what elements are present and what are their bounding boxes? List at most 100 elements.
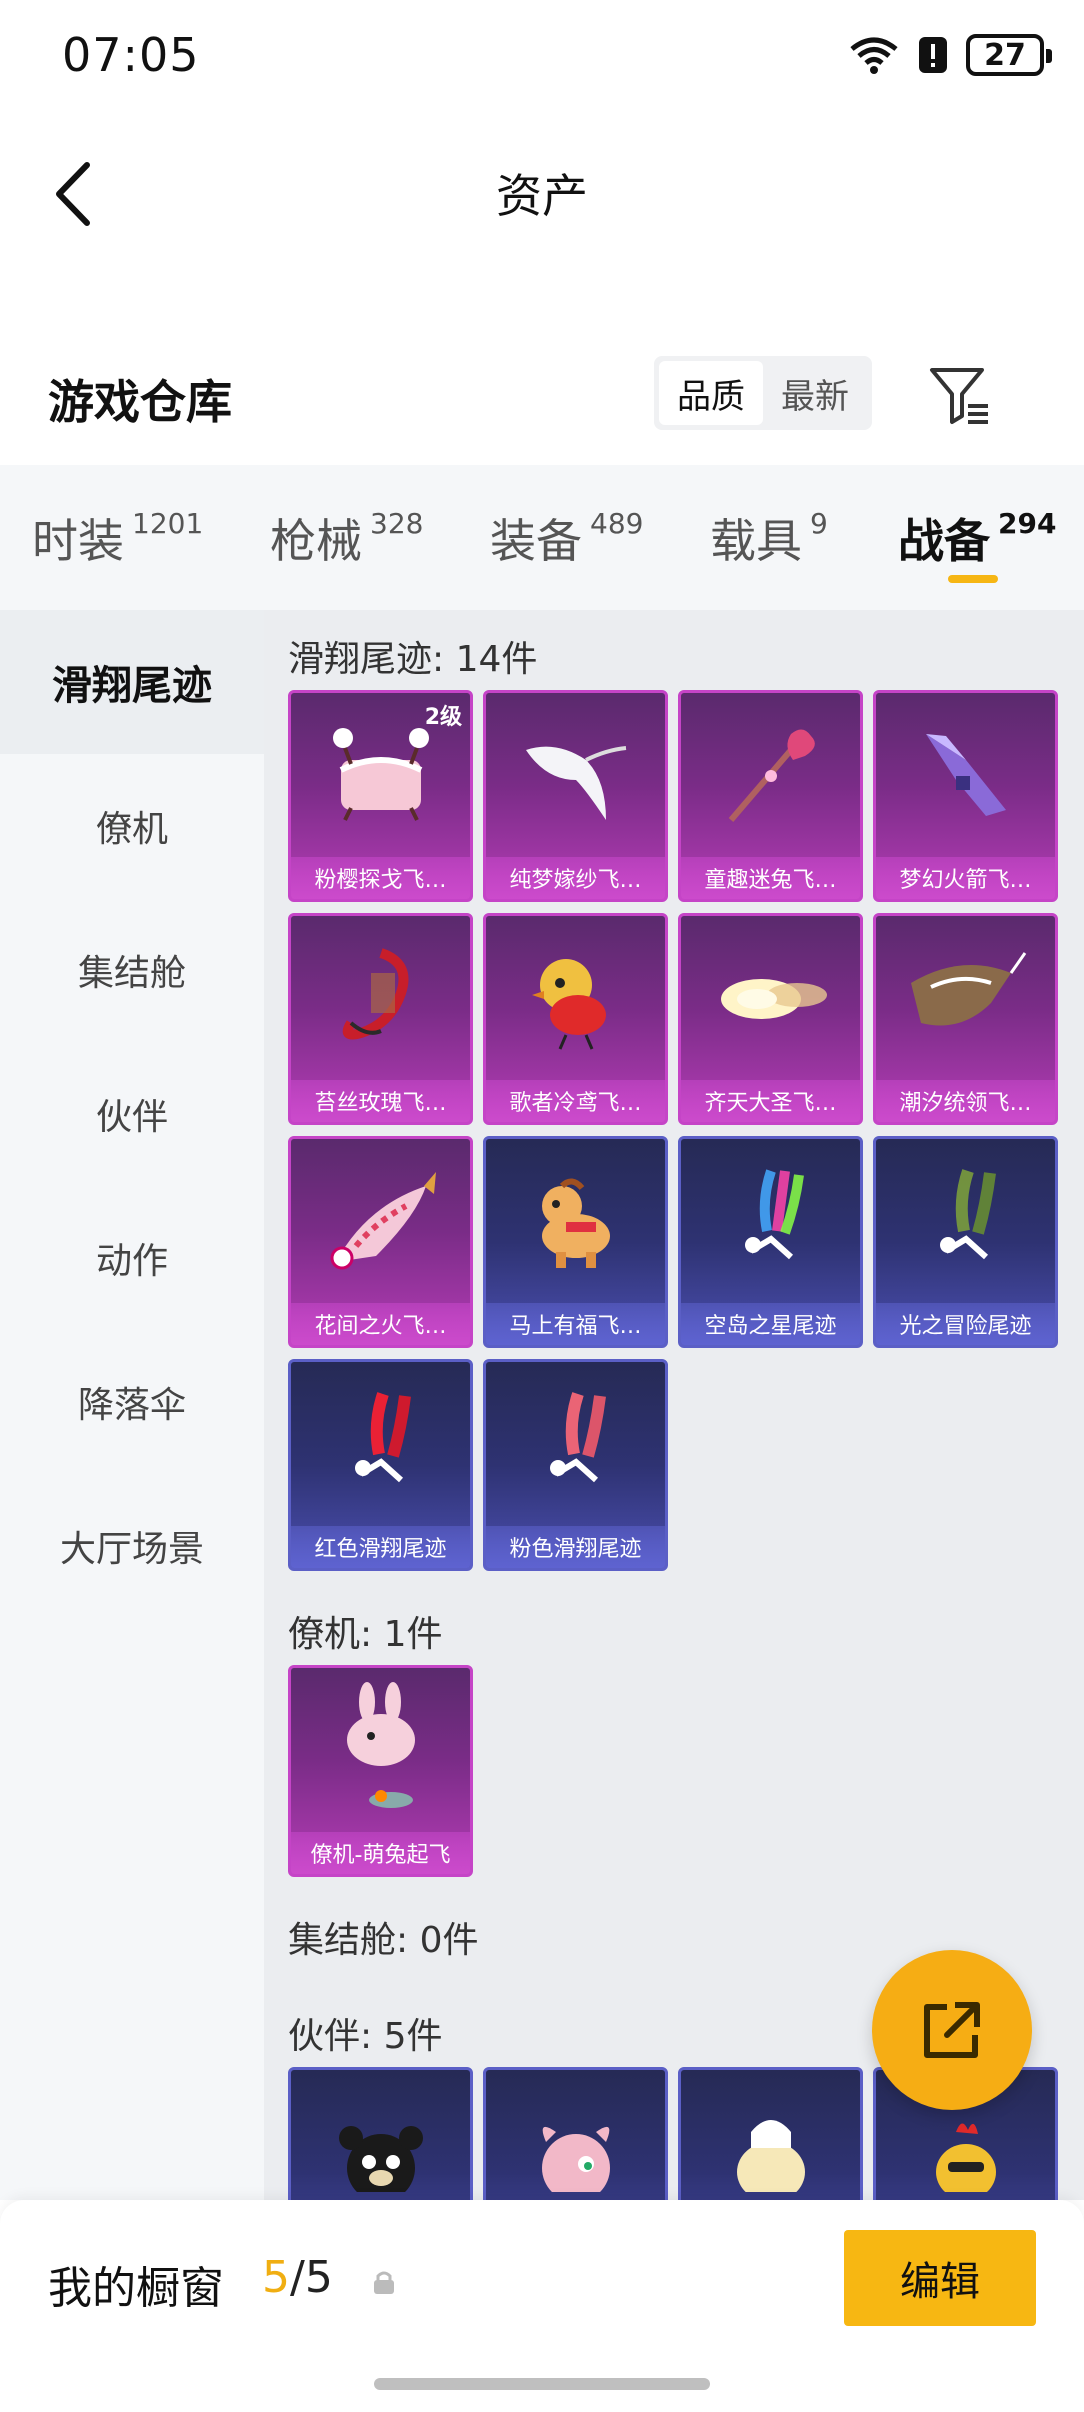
item-image	[291, 1362, 470, 1526]
item-name: 花间之火飞…	[291, 1303, 470, 1345]
item-card[interactable]: 僚机-萌兔起飞	[288, 1665, 473, 1877]
status-bar: 07:05 27	[0, 0, 1084, 110]
sort-quality-button[interactable]: 品质	[659, 361, 763, 425]
tab-label: 时装	[32, 514, 124, 568]
item-card[interactable]: 纯梦嫁纱飞…	[483, 690, 668, 902]
tab-count: 1201	[132, 507, 204, 540]
tab-count: 328	[370, 507, 424, 540]
item-card[interactable]	[288, 2067, 473, 2200]
item-name: 纯梦嫁纱飞…	[486, 857, 665, 899]
item-image	[681, 1139, 860, 1303]
item-image	[681, 693, 860, 857]
item-name: 光之冒险尾迹	[876, 1303, 1055, 1345]
item-image	[291, 1668, 470, 1832]
item-image	[486, 2070, 665, 2200]
tab-count: 489	[590, 507, 644, 540]
item-card[interactable]: 光之冒险尾迹	[873, 1136, 1058, 1348]
item-name: 粉色滑翔尾迹	[486, 1526, 665, 1568]
page-title: 资产	[496, 169, 588, 223]
item-name: 马上有福飞…	[486, 1303, 665, 1345]
tab-count: 9	[810, 507, 828, 540]
sidebar-item-parachute[interactable]: 降落伞	[0, 1330, 264, 1474]
item-image	[486, 1362, 665, 1526]
sidebar-item-rally-pod[interactable]: 集结舱	[0, 898, 264, 1042]
item-card[interactable]: 花间之火飞…	[288, 1136, 473, 1348]
item-name: 童趣迷兔飞…	[681, 857, 860, 899]
tab-label: 载具	[710, 514, 802, 568]
item-card[interactable]: 苔丝玫瑰飞…	[288, 913, 473, 1125]
section-title: 集结舱: 0件	[288, 1920, 479, 1961]
sidebar-item-emote[interactable]: 动作	[0, 1186, 264, 1330]
item-image	[876, 693, 1055, 857]
tab-firearms[interactable]: 枪械 328	[270, 505, 423, 571]
edit-button[interactable]: 编辑	[844, 2230, 1036, 2326]
tab-fashion[interactable]: 时装 1201	[32, 505, 203, 571]
item-card[interactable]: 马上有福飞…	[483, 1136, 668, 1348]
item-name: 僚机-萌兔起飞	[291, 1832, 470, 1874]
item-image	[486, 916, 665, 1080]
sort-toggle: 品质 最新	[654, 356, 872, 430]
item-name: 空岛之星尾迹	[681, 1303, 860, 1345]
item-card[interactable]: 粉色滑翔尾迹	[483, 1359, 668, 1571]
tab-count: 294	[998, 507, 1057, 540]
tab-label: 枪械	[270, 514, 362, 568]
item-name: 齐天大圣飞…	[681, 1080, 860, 1122]
item-image	[876, 916, 1055, 1080]
showcase-count: 5/5	[262, 2252, 333, 2303]
item-card[interactable]: 红色滑翔尾迹	[288, 1359, 473, 1571]
warehouse-header: 游戏仓库 品质 最新	[0, 340, 1084, 450]
item-card[interactable]: 空岛之星尾迹	[678, 1136, 863, 1348]
item-name: 梦幻火箭飞…	[876, 857, 1055, 899]
warehouse-title: 游戏仓库	[48, 375, 232, 429]
status-icons: 27	[848, 30, 1052, 80]
item-card[interactable]: 梦幻火箭飞…	[873, 690, 1058, 902]
item-image	[486, 1139, 665, 1303]
sort-newest-button[interactable]: 最新	[763, 361, 867, 425]
nav-bar: 资产	[0, 130, 1084, 260]
alert-icon	[918, 35, 948, 75]
sidebar-item-companion[interactable]: 伙伴	[0, 1042, 264, 1186]
item-card[interactable]: 童趣迷兔飞…	[678, 690, 863, 902]
sidebar: 滑翔尾迹 僚机 集结舱 伙伴 动作 降落伞 大厅场景	[0, 610, 264, 2200]
item-image	[291, 2070, 470, 2200]
home-indicator[interactable]	[374, 2378, 710, 2390]
tab-readiness[interactable]: 战备 294	[898, 505, 1056, 571]
item-image	[876, 1139, 1055, 1303]
tab-label: 战备	[898, 514, 990, 568]
active-tab-indicator	[948, 575, 998, 583]
filter-icon[interactable]	[926, 360, 996, 430]
item-image	[291, 1139, 470, 1303]
battery-indicator: 27	[966, 34, 1052, 76]
item-image	[486, 693, 665, 857]
tab-vehicles[interactable]: 载具 9	[710, 505, 828, 571]
item-name: 粉樱探戈飞…	[291, 857, 470, 899]
showcase-label: 我的橱窗	[48, 2263, 224, 2314]
sidebar-item-wingman[interactable]: 僚机	[0, 754, 264, 898]
wifi-icon	[848, 35, 900, 75]
item-card[interactable]: 齐天大圣飞…	[678, 913, 863, 1125]
tab-label: 装备	[490, 514, 582, 568]
item-image	[681, 2070, 860, 2200]
sidebar-item-glide-trail[interactable]: 滑翔尾迹	[0, 610, 264, 754]
share-button[interactable]	[872, 1950, 1032, 2110]
showcase-current: 5	[262, 2252, 290, 2303]
item-card[interactable]: 歌者冷鸢飞…	[483, 913, 668, 1125]
item-image	[291, 916, 470, 1080]
bottom-bar: 我的橱窗 5/5 编辑	[0, 2200, 1084, 2412]
external-link-icon	[924, 2002, 980, 2058]
item-image	[681, 916, 860, 1080]
category-tabs: 时装 1201 枪械 328 装备 489 载具 9 战备 294	[0, 465, 1084, 610]
status-time: 07:05	[62, 28, 200, 82]
section-title: 伙伴: 5件	[288, 2016, 443, 2057]
item-card[interactable]	[483, 2067, 668, 2200]
item-card[interactable]: 潮汐统领飞…	[873, 913, 1058, 1125]
item-card[interactable]	[678, 2067, 863, 2200]
lock-icon	[370, 2268, 398, 2296]
tab-equipment[interactable]: 装备 489	[490, 505, 643, 571]
item-name: 歌者冷鸢飞…	[486, 1080, 665, 1122]
sidebar-item-lobby-scene[interactable]: 大厅场景	[0, 1474, 264, 1618]
showcase-total: /5	[290, 2252, 333, 2303]
item-level-badge: 2级	[424, 705, 462, 730]
item-card[interactable]: 2级粉樱探戈飞…	[288, 690, 473, 902]
item-name: 潮汐统领飞…	[876, 1080, 1055, 1122]
